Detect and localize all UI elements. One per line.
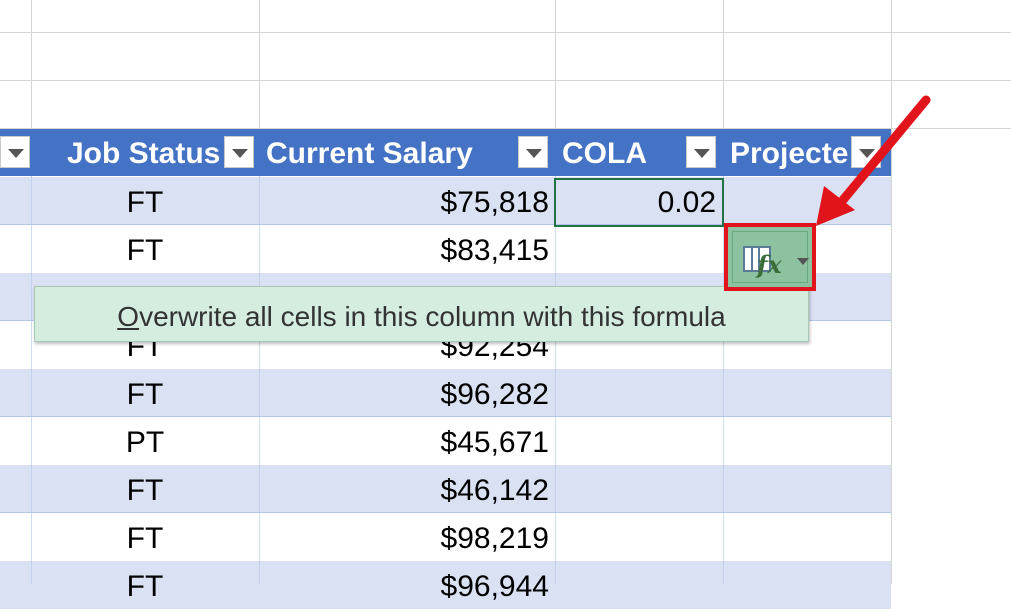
annotation-arrow [816,95,931,226]
